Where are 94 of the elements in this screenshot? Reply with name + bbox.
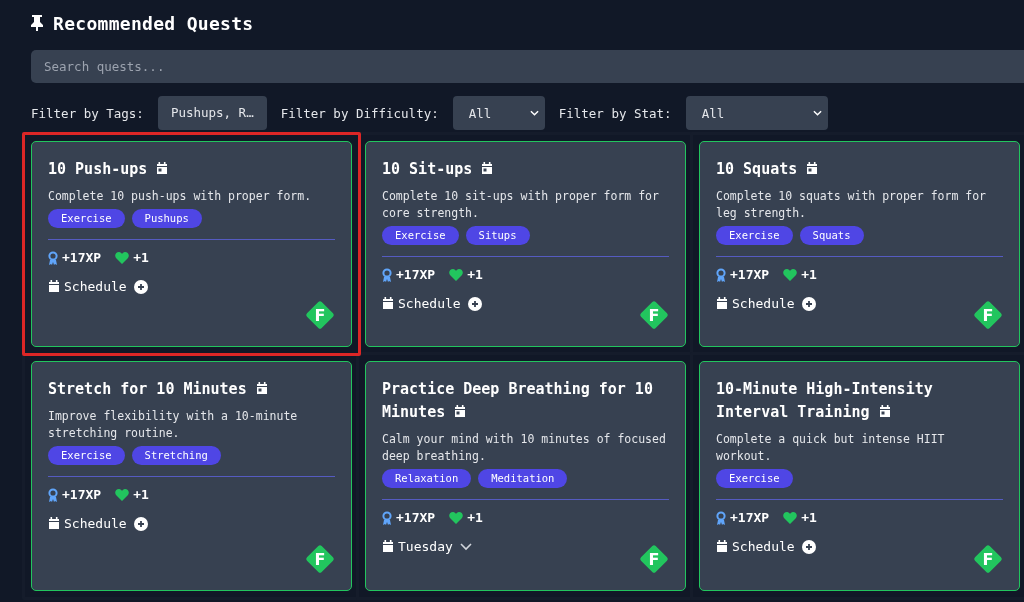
quest-title: 10 Push-ups xyxy=(48,158,335,181)
tag[interactable]: Situps xyxy=(465,226,530,245)
tag[interactable]: Exercise xyxy=(716,469,793,488)
calendar-icon xyxy=(156,162,169,175)
tag[interactable]: Exercise xyxy=(48,446,125,465)
quest-description: Complete 10 squats with proper form for leg strength. xyxy=(716,188,988,222)
add-icon[interactable] xyxy=(133,279,148,294)
xp-reward: +17XP xyxy=(730,510,770,525)
calendar-icon xyxy=(48,517,60,530)
heart-icon xyxy=(783,511,798,524)
calendar-icon xyxy=(454,405,467,418)
grade-badge: F xyxy=(305,300,335,330)
grade-badge: F xyxy=(973,544,1003,574)
tag[interactable]: Exercise xyxy=(382,226,459,245)
tag[interactable]: Stretching xyxy=(131,446,221,465)
xp-reward: +17XP xyxy=(62,250,102,265)
add-icon[interactable] xyxy=(133,516,148,531)
grade-badge: F xyxy=(973,300,1003,330)
quest-title: Practice Deep Breathing for 10 Minutes xyxy=(382,379,654,423)
quest-card[interactable]: Practice Deep Breathing for 10 Minutes Calm your mind with 10 minutes of focused deep breathing. Relaxation Meditation +17XP +1 Tuesday F xyxy=(365,361,686,591)
calendar-icon xyxy=(255,382,268,395)
calendar-icon xyxy=(878,405,891,418)
quest-title: 10 Sit-ups xyxy=(382,158,669,181)
tag-filter[interactable]: Pushups, R… xyxy=(157,96,267,130)
quest-card[interactable]: Stretch for 10 Minutes Improve flexibility with a 10-minute stretching routine. Exercise Stretching +17XP +1 Schedule F xyxy=(31,361,352,591)
quest-title: 10-Minute High-Intensity Interval Training xyxy=(716,379,934,423)
calendar-icon xyxy=(716,540,728,553)
medal-icon xyxy=(48,250,58,265)
xp-reward: +17XP xyxy=(396,510,436,525)
calendar-icon xyxy=(382,540,394,553)
add-icon[interactable] xyxy=(801,296,816,311)
calendar-icon xyxy=(481,162,494,175)
search-field[interactable]: Search quests... xyxy=(31,50,1024,83)
schedule-button[interactable]: Schedule xyxy=(732,296,795,311)
grade-badge: F xyxy=(305,544,335,574)
quest-description: Complete 10 push-ups with proper form. xyxy=(48,188,313,205)
quest-card[interactable]: 10 Squats Complete 10 squats with proper form for leg strength. Exercise Squats +17XP +1 Schedule F xyxy=(699,141,1020,347)
schedule-button[interactable]: Schedule xyxy=(398,296,461,311)
schedule-button[interactable]: Schedule xyxy=(64,279,127,294)
calendar-icon xyxy=(48,280,60,293)
filter-label: Filter by Tags: xyxy=(31,105,144,121)
quest-description: Complete 10 sit-ups with proper form for core strength. xyxy=(382,188,660,222)
tag[interactable]: Meditation xyxy=(478,469,568,488)
heart-icon xyxy=(115,488,130,501)
quest-card[interactable]: 10 Sit-ups Complete 10 sit-ups with proper form for core strength. Exercise Situps +17XP +1 Schedule F xyxy=(365,141,686,347)
dropdown[interactable]: All xyxy=(452,96,545,130)
stat-reward: +1 xyxy=(133,250,149,265)
add-icon[interactable] xyxy=(467,296,482,311)
heart-icon xyxy=(783,268,798,281)
calendar-icon xyxy=(382,297,394,310)
grade-badge: F xyxy=(639,300,669,330)
tag[interactable]: Pushups xyxy=(131,209,202,228)
heart-icon xyxy=(449,511,464,524)
tag[interactable]: Exercise xyxy=(48,209,125,228)
quest-description: Improve flexibility with a 10-minute stretching routine. xyxy=(48,408,299,442)
schedule-button[interactable]: Schedule xyxy=(732,539,795,554)
calendar-icon xyxy=(806,162,819,175)
quest-card[interactable]: 10-Minute High-Intensity Interval Training Complete a quick but intense HIIT workout. Exercise +17XP +1 Schedule F xyxy=(699,361,1020,591)
xp-reward: +17XP xyxy=(396,267,436,282)
tag[interactable]: Exercise xyxy=(716,226,793,245)
medal-icon xyxy=(48,487,58,502)
calendar-icon xyxy=(716,297,728,310)
dropdown[interactable]: All xyxy=(685,96,828,130)
schedule-button[interactable]: Schedule xyxy=(64,516,127,531)
stat-reward: +1 xyxy=(801,510,817,525)
pin-icon xyxy=(31,15,43,31)
xp-reward: +17XP xyxy=(730,267,770,282)
quest-description: Calm your mind with 10 minutes of focused deep breathing. xyxy=(382,431,667,465)
medal-icon xyxy=(382,267,392,282)
medal-icon xyxy=(716,267,726,282)
stat-reward: +1 xyxy=(467,267,483,282)
xp-reward: +17XP xyxy=(62,487,102,502)
chevron-down-icon xyxy=(812,110,822,116)
heart-icon xyxy=(449,268,464,281)
stat-reward: +1 xyxy=(801,267,817,282)
grade-badge: F xyxy=(639,544,669,574)
quest-description: Complete a quick but intense HIIT workout. xyxy=(716,431,946,465)
quest-card[interactable]: 10 Push-ups Complete 10 push-ups with proper form. Exercise Pushups +17XP +1 Schedule F xyxy=(31,141,352,347)
chevron-down-icon xyxy=(529,110,539,116)
add-icon[interactable] xyxy=(801,539,816,554)
tag[interactable]: Relaxation xyxy=(382,469,472,488)
medal-icon xyxy=(716,510,726,525)
chevron-down-icon[interactable] xyxy=(459,542,472,551)
stat-reward: +1 xyxy=(467,510,483,525)
filter-label: Filter by Difficulty: xyxy=(280,105,439,121)
stat-reward: +1 xyxy=(133,487,149,502)
page-title: Recommended Quests xyxy=(53,12,254,34)
filter-label: Filter by Stat: xyxy=(558,105,672,121)
quest-title: Stretch for 10 Minutes xyxy=(48,378,335,401)
medal-icon xyxy=(382,510,392,525)
schedule-day-dropdown[interactable]: Tuesday xyxy=(398,539,453,554)
quest-title: 10 Squats xyxy=(716,158,1003,181)
tag[interactable]: Squats xyxy=(799,226,864,245)
heart-icon xyxy=(115,251,130,264)
